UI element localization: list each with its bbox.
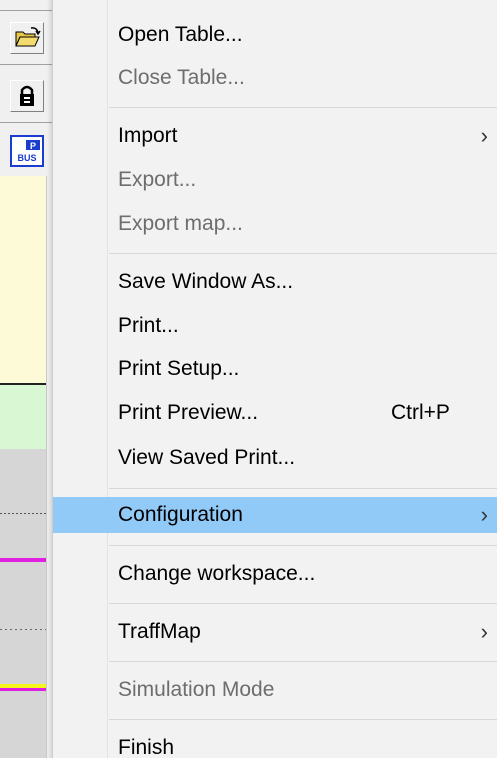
screen: P BUS Open Table... Close Table... Impor xyxy=(0,0,497,758)
menu-item-export-map[interactable]: Export map... xyxy=(53,206,497,242)
menu-item-label: Print... xyxy=(118,314,179,337)
menu-item-change-workspace[interactable]: Change workspace... xyxy=(53,556,497,592)
lock-button[interactable] xyxy=(10,80,44,112)
menu-item-traffmap[interactable]: TraffMap › xyxy=(53,614,497,650)
menu-item-label: Export map... xyxy=(118,212,243,235)
menu-item-label: Export... xyxy=(118,168,197,191)
menu-item-close-table[interactable]: Close Table... xyxy=(53,60,497,96)
map-region-yellow xyxy=(0,176,46,383)
menu-item-label: Import xyxy=(118,124,178,147)
menu-item-import[interactable]: Import › xyxy=(53,118,497,154)
menu-item-shortcut: Ctrl+P xyxy=(391,401,450,424)
menu-separator xyxy=(109,107,497,108)
menu-separator xyxy=(109,603,497,604)
submenu-arrow-icon: › xyxy=(480,619,488,644)
open-folder-icon xyxy=(15,27,41,47)
map-view[interactable] xyxy=(0,176,47,758)
menu-separator xyxy=(109,719,497,720)
pbus-icon-text-bottom: BUS xyxy=(17,153,36,163)
menu-item-label: Finish xyxy=(118,736,175,758)
menu-item-print-preview[interactable]: Print Preview... Ctrl+P xyxy=(53,395,497,431)
file-context-menu: Open Table... Close Table... Import › Ex… xyxy=(52,0,497,758)
menu-item-label: Configuration xyxy=(118,503,243,526)
menu-item-export[interactable]: Export... xyxy=(53,162,497,198)
app-toolbar-strip: P BUS xyxy=(0,0,52,758)
menu-separator xyxy=(109,253,497,254)
pbus-icon-text-top: P xyxy=(30,141,36,151)
menu-item-finish[interactable]: Finish xyxy=(53,730,497,758)
menu-item-label: Change workspace... xyxy=(118,562,316,585)
pbus-icon: P BUS xyxy=(13,138,41,164)
menu-item-label: Save Window As... xyxy=(118,270,294,293)
map-magenta-road xyxy=(0,558,46,562)
menu-item-view-saved-print[interactable]: View Saved Print... xyxy=(53,440,497,476)
menu-separator xyxy=(109,661,497,662)
menu-item-print[interactable]: Print... xyxy=(53,308,497,344)
submenu-arrow-icon: › xyxy=(480,123,488,148)
toolbar-divider xyxy=(0,10,52,11)
menu-item-label: TraffMap xyxy=(118,620,201,643)
menu-item-open-table[interactable]: Open Table... xyxy=(53,17,497,53)
menu-item-print-setup[interactable]: Print Setup... xyxy=(53,351,497,387)
toolbar-divider xyxy=(0,64,52,65)
menu-item-label: Simulation Mode xyxy=(118,678,275,701)
menu-item-save-window-as[interactable]: Save Window As... xyxy=(53,264,497,300)
menu-item-label: Close Table... xyxy=(118,66,245,89)
menu-separator xyxy=(109,488,497,489)
map-dotted-line xyxy=(0,629,46,630)
menu-item-label: Open Table... xyxy=(118,23,243,46)
map-dotted-line xyxy=(0,513,46,514)
map-region-green xyxy=(0,385,46,449)
map-magenta-road xyxy=(0,688,46,691)
toolbar-divider xyxy=(0,122,52,123)
menu-item-label: View Saved Print... xyxy=(118,446,296,469)
menu-item-simulation-mode[interactable]: Simulation Mode xyxy=(53,672,497,708)
menu-item-label: Print Preview... xyxy=(118,401,259,424)
menu-item-label: Print Setup... xyxy=(118,357,240,380)
submenu-arrow-icon: › xyxy=(480,502,488,527)
map-region-grey xyxy=(0,449,46,758)
open-folder-button[interactable] xyxy=(10,22,44,54)
menu-separator xyxy=(109,545,497,546)
lock-icon xyxy=(20,85,34,106)
menu-item-configuration[interactable]: Configuration › xyxy=(53,497,497,533)
pbus-button[interactable]: P BUS xyxy=(10,135,44,167)
